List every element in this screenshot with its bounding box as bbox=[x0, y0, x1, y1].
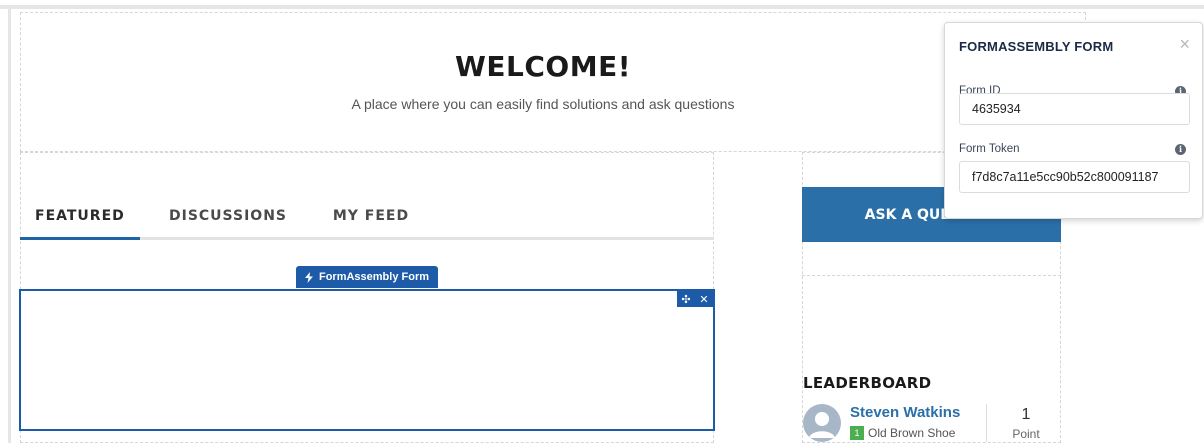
feed-tabs: FEATURED DISCUSSIONS MY FEED bbox=[20, 200, 714, 240]
leaderboard-divider bbox=[986, 404, 987, 442]
tab-discussions[interactable]: DISCUSSIONS bbox=[140, 200, 316, 240]
tab-my-feed[interactable]: MY FEED bbox=[316, 200, 426, 240]
form-token-input[interactable] bbox=[959, 161, 1190, 193]
sidebar-divider bbox=[802, 275, 1061, 276]
canvas-top-border bbox=[0, 5, 1204, 9]
info-icon[interactable]: i bbox=[1175, 144, 1186, 155]
form-id-input[interactable] bbox=[959, 93, 1190, 125]
welcome-subtitle: A place where you can easily find soluti… bbox=[351, 96, 735, 112]
badge-label: Old Brown Shoe bbox=[868, 426, 956, 440]
component-tag-label: FormAssembly Form bbox=[318, 271, 430, 283]
close-icon[interactable]: ✕ bbox=[699, 293, 708, 306]
move-icon[interactable]: ✣ bbox=[681, 293, 690, 306]
points-value: 1 bbox=[1021, 406, 1031, 423]
component-tag[interactable]: FormAssembly Form bbox=[296, 266, 438, 288]
formassembly-component[interactable]: ✣ ✕ bbox=[19, 289, 715, 431]
leaderboard-entry: Steven Watkins 1 Old Brown Shoe 1 Point bbox=[803, 402, 1061, 443]
tab-featured[interactable]: FEATURED bbox=[20, 200, 140, 240]
panel-title: FORMASSEMBLY FORM bbox=[959, 39, 1114, 54]
form-token-label: Form Token bbox=[959, 143, 1020, 155]
lightning-icon bbox=[304, 271, 313, 283]
property-panel: FORMASSEMBLY FORM × Form ID i Form Token… bbox=[944, 22, 1203, 219]
leaderboard-points: 1 Point bbox=[1003, 406, 1049, 441]
leaderboard-badge: 1 Old Brown Shoe bbox=[850, 426, 955, 440]
points-label: Point bbox=[1012, 427, 1040, 441]
avatar[interactable] bbox=[803, 404, 841, 442]
component-controls: ✣ ✕ bbox=[677, 291, 713, 307]
rank-badge: 1 bbox=[850, 426, 864, 440]
leaderboard-title: LEADERBOARD bbox=[803, 374, 932, 392]
welcome-title: WELCOME! bbox=[455, 50, 631, 83]
community-builder-canvas: WELCOME! A place where you can easily fi… bbox=[0, 0, 1204, 443]
leaderboard-user-name[interactable]: Steven Watkins bbox=[850, 404, 960, 421]
user-icon bbox=[809, 412, 835, 438]
panel-close-icon[interactable]: × bbox=[1179, 35, 1190, 53]
